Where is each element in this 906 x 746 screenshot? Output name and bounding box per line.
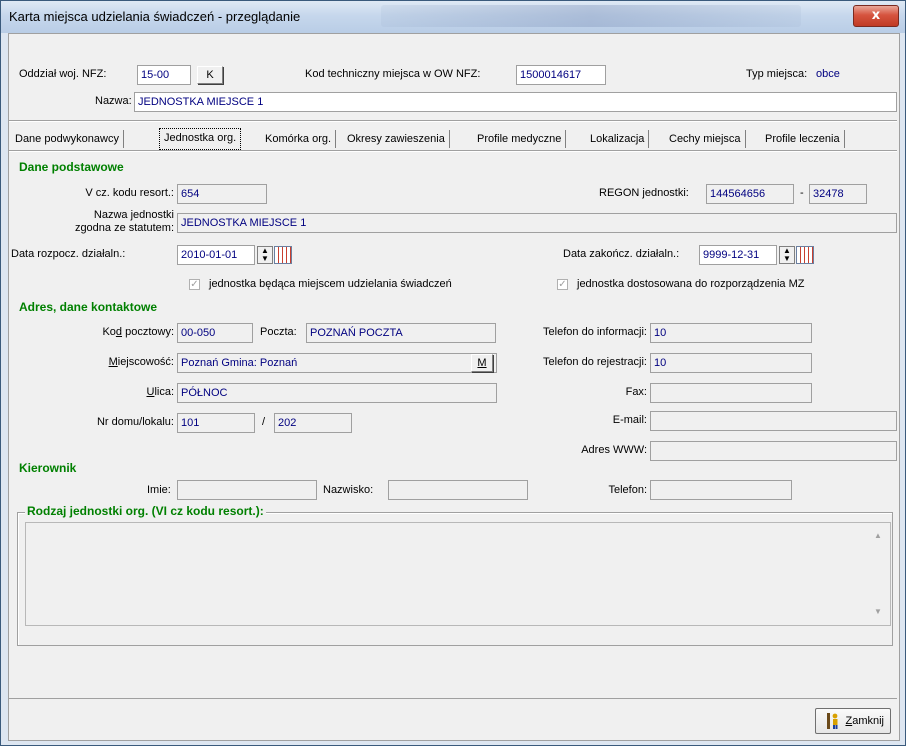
imie-label: Imie:	[147, 484, 171, 496]
ulica-field[interactable]: PÓŁNOC	[177, 383, 497, 403]
oddzial-label: Oddział woj. NFZ:	[19, 68, 107, 80]
nr-slash: /	[262, 416, 266, 428]
nazwisko-label: Nazwisko:	[323, 484, 374, 496]
imie-field[interactable]	[177, 480, 317, 500]
nr-lokalu-field[interactable]: 202	[274, 413, 352, 433]
tab-jednostka-org[interactable]: Jednostka org.	[159, 128, 242, 150]
nazwa-jednostki-label-2: zgodna ze statutem:	[74, 222, 174, 234]
email-field[interactable]	[650, 411, 897, 431]
poczta-label: Poczta:	[260, 326, 297, 338]
kod-pocztowy-field[interactable]: 00-050	[177, 323, 253, 343]
section-dane-podstawowe: Dane podstawowe	[19, 160, 124, 174]
scroll-up-icon[interactable]: ▲	[874, 531, 882, 540]
dialog-window: Karta miejsca udzielania świadczeń - prz…	[0, 0, 906, 746]
regon-label: REGON jednostki:	[599, 187, 689, 199]
bottom-bar	[9, 698, 897, 739]
kod-techniczny-field[interactable]: 1500014617	[516, 65, 606, 85]
tel-rej-label: Telefon do rejestracji:	[543, 356, 647, 368]
miejscowosc-label: Miejscowość:	[108, 356, 174, 368]
vcz-field[interactable]: 654	[177, 184, 267, 204]
tab-profile-medyczne[interactable]: Profile medyczne	[473, 130, 567, 148]
tab-strip: Dane podwykonawcy Jednostka org. Komórka…	[9, 128, 897, 152]
data-zakoncz-field[interactable]: 9999-12-31	[699, 245, 777, 265]
tab-okresy-zawieszenia[interactable]: Okresy zawieszenia	[343, 130, 450, 148]
data-rozpocz-field[interactable]: 2010-01-01	[177, 245, 255, 265]
tab-cechy-miejsca[interactable]: Cechy miejsca	[665, 130, 746, 148]
background-window-blur	[381, 5, 801, 27]
close-button[interactable]: Zamknij	[815, 708, 891, 734]
email-label: E-mail:	[612, 414, 647, 426]
telefon-field[interactable]	[650, 480, 792, 500]
vcz-label: V cz. kodu resort.:	[85, 187, 174, 199]
checkbox-icon[interactable]: ✓	[557, 279, 568, 290]
tab-komorka-org[interactable]: Komórka org.	[261, 130, 337, 148]
spin-icon[interactable]: ▲ ▼	[257, 246, 273, 264]
tel-info-field[interactable]: 10	[650, 323, 812, 343]
nazwa-field[interactable]: JEDNOSTKA MIEJSCE 1	[134, 92, 897, 112]
oddzial-field[interactable]: 15-00	[137, 65, 191, 85]
header-separator	[9, 120, 897, 122]
tel-info-label: Telefon do informacji:	[543, 326, 647, 338]
tab-dane-podwykonawcy[interactable]: Dane podwykonawcy	[11, 130, 124, 148]
section-adres: Adres, dane kontaktowe	[19, 300, 158, 314]
nazwa-label: Nazwa:	[95, 95, 132, 107]
miejscowosc-field[interactable]: Poznań Gmina: Poznań	[177, 353, 497, 373]
scroll-down-icon[interactable]: ▼	[874, 607, 882, 616]
www-label: Adres WWW:	[581, 444, 647, 456]
spin-icon[interactable]: ▲ ▼	[779, 246, 795, 264]
tel-rej-field[interactable]: 10	[650, 353, 812, 373]
person-exit-icon	[827, 713, 838, 729]
typ-miejsca-label: Typ miejsca:	[746, 68, 808, 80]
section-kierownik: Kierownik	[19, 461, 77, 475]
poczta-field[interactable]: POZNAŃ POCZTA	[306, 323, 496, 343]
rodzaj-memo[interactable]: ▲ ▼	[25, 522, 891, 626]
close-icon[interactable]: x	[853, 5, 899, 27]
tab-profile-leczenia[interactable]: Profile leczenia	[761, 130, 845, 148]
fax-label: Fax:	[625, 386, 647, 398]
nr-domu-label: Nr domu/lokalu:	[96, 416, 174, 428]
client-area: Oddział woj. NFZ: 15-00 K Kod techniczny…	[8, 33, 900, 741]
nazwa-jednostki-label-1: Nazwa jednostki	[93, 209, 174, 221]
data-rozpocz-label: Data rozpocz. działaln.:	[11, 248, 126, 260]
rodzaj-title: Rodzaj jednostki org. (VI cz kodu resort…	[25, 504, 266, 518]
tab-baseline	[9, 150, 897, 152]
fax-field[interactable]	[650, 383, 812, 403]
kod-pocztowy-label: Kod pocztowy:	[102, 326, 174, 338]
data-zakoncz-label: Data zakończ. działaln.:	[563, 248, 680, 260]
regon-field[interactable]: 144564656	[706, 184, 794, 204]
chk-rozporzadzenie-label: jednostka dostosowana do rozporządzenia …	[577, 278, 805, 290]
regon-dash: -	[800, 187, 804, 199]
www-field[interactable]	[650, 441, 897, 461]
ulica-label: Ulica:	[146, 386, 174, 398]
window-title: Karta miejsca udzielania świadczeń - prz…	[9, 9, 301, 24]
nazwa-jednostki-field[interactable]: JEDNOSTKA MIEJSCE 1	[177, 213, 897, 233]
checkbox-icon[interactable]: ✓	[189, 279, 200, 290]
regon-suffix-field[interactable]: 32478	[809, 184, 867, 204]
telefon-label: Telefon:	[608, 484, 647, 496]
nr-domu-field[interactable]: 101	[177, 413, 255, 433]
kod-techniczny-label: Kod techniczny miejsca w OW NFZ:	[305, 68, 481, 80]
chk-miejsce-label: jednostka będąca miejscem udzielania świ…	[209, 278, 452, 290]
nazwisko-field[interactable]	[388, 480, 528, 500]
title-bar[interactable]: Karta miejsca udzielania świadczeń - prz…	[1, 1, 905, 33]
tab-lokalizacja[interactable]: Lokalizacja	[586, 130, 650, 148]
oddzial-k-button[interactable]: K	[197, 66, 223, 84]
typ-miejsca-value: obce	[816, 68, 840, 80]
calendar-icon[interactable]	[274, 246, 292, 264]
calendar-icon[interactable]	[796, 246, 814, 264]
